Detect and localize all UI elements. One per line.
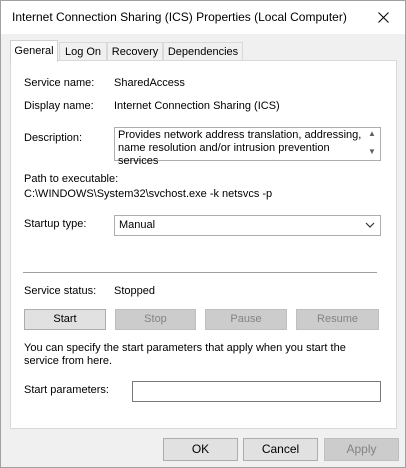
- scroll-down-icon[interactable]: ▼: [368, 147, 376, 156]
- chevron-down-icon: [365, 222, 375, 228]
- separator: [23, 272, 377, 273]
- close-icon: [377, 11, 389, 23]
- display-name-label: Display name:: [24, 100, 94, 112]
- startup-type-label: Startup type:: [24, 218, 87, 230]
- service-name-label: Service name:: [24, 77, 95, 89]
- display-name-value: Internet Connection Sharing (ICS): [114, 100, 280, 112]
- description-text: Provides network address translation, ad…: [118, 129, 362, 167]
- resume-button[interactable]: Resume: [296, 309, 379, 330]
- path-value: C:\WINDOWS\System32\svchost.exe -k netsv…: [24, 188, 273, 200]
- tab-recovery[interactable]: Recovery: [107, 42, 163, 60]
- path-label: Path to executable:: [24, 173, 119, 185]
- close-button[interactable]: [361, 1, 405, 33]
- properties-dialog: Internet Connection Sharing (ICS) Proper…: [0, 0, 406, 468]
- start-button[interactable]: Start: [24, 309, 106, 330]
- tab-log-on[interactable]: Log On: [59, 42, 107, 60]
- description-textbox[interactable]: Provides network address translation, ad…: [114, 127, 381, 167]
- cancel-button[interactable]: Cancel: [243, 438, 318, 461]
- tab-general[interactable]: General: [10, 40, 58, 62]
- start-params-label: Start parameters:: [24, 384, 109, 396]
- startup-type-value: Manual: [119, 219, 156, 231]
- startup-type-select[interactable]: Manual: [114, 215, 381, 236]
- ok-button[interactable]: OK: [163, 438, 238, 461]
- service-status-value: Stopped: [114, 285, 155, 297]
- stop-button[interactable]: Stop: [115, 309, 196, 330]
- service-name-value: SharedAccess: [114, 77, 185, 89]
- pause-button[interactable]: Pause: [205, 309, 287, 330]
- description-label: Description:: [24, 132, 83, 144]
- general-tab-panel: Service name: SharedAccess Display name:…: [10, 60, 397, 429]
- start-params-info: You can specify the start parameters tha…: [24, 342, 346, 367]
- scroll-up-icon[interactable]: ▲: [368, 129, 376, 138]
- title-bar: Internet Connection Sharing (ICS) Proper…: [1, 1, 405, 34]
- start-params-input[interactable]: [132, 381, 381, 402]
- service-status-label: Service status:: [24, 285, 97, 297]
- description-scrollbar[interactable]: ▲ ▼: [364, 128, 380, 160]
- window-title: Internet Connection Sharing (ICS) Proper…: [12, 10, 347, 24]
- apply-button[interactable]: Apply: [324, 438, 399, 461]
- tab-dependencies[interactable]: Dependencies: [163, 42, 243, 60]
